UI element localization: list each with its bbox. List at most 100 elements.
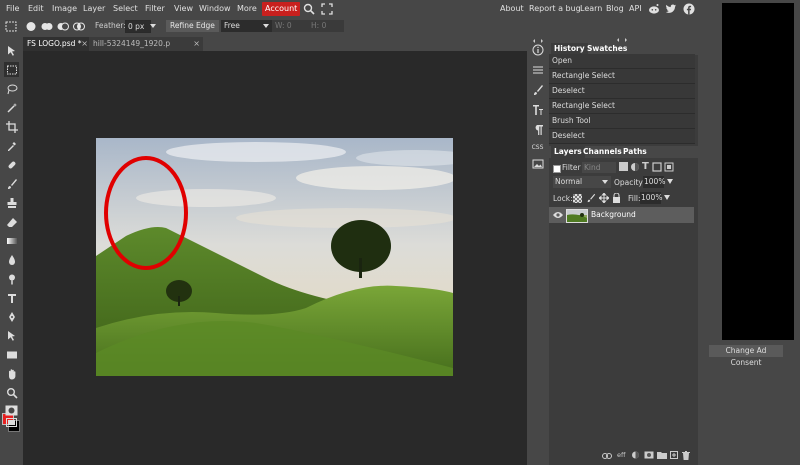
adjustment-layer-icon[interactable]: [631, 451, 640, 459]
crop-tool-icon[interactable]: [4, 119, 19, 134]
tab-hill-image[interactable]: hill-5324149_1920.p ×: [89, 37, 203, 51]
menu-edit[interactable]: Edit: [25, 2, 47, 16]
menu-file[interactable]: File: [3, 2, 22, 16]
menu-window[interactable]: Window: [196, 2, 234, 16]
link-about[interactable]: About: [500, 2, 524, 16]
kind-select[interactable]: Kind: [582, 162, 616, 173]
selection-subtract-icon[interactable]: [56, 20, 70, 33]
selection-intersect-icon[interactable]: [72, 20, 86, 33]
healing-brush-tool-icon[interactable]: [4, 157, 19, 172]
image-icon[interactable]: [530, 157, 545, 171]
effects-icon[interactable]: eff: [617, 451, 625, 459]
refine-edge-button[interactable]: Refine Edge: [166, 20, 219, 32]
lock-transparency-icon[interactable]: [573, 194, 582, 203]
info-icon[interactable]: [530, 43, 545, 57]
type-tool-icon[interactable]: [4, 290, 19, 305]
reddit-icon[interactable]: [648, 3, 660, 15]
layer-mask-icon[interactable]: [644, 451, 654, 459]
close-icon[interactable]: ×: [81, 37, 88, 51]
filter-pixel-icon[interactable]: [619, 162, 628, 171]
fullscreen-icon[interactable]: [320, 2, 334, 16]
move-tool-icon[interactable]: [4, 43, 19, 58]
tab-channels[interactable]: Channels: [580, 146, 625, 158]
tab-fs-logo[interactable]: FS LOGO.psd * ×: [23, 37, 91, 51]
link-api[interactable]: API: [629, 2, 642, 16]
filter-type-icon[interactable]: T: [642, 161, 652, 172]
selection-new-icon[interactable]: [24, 20, 38, 33]
dodge-tool-icon[interactable]: [4, 271, 19, 286]
screen-mode-icon[interactable]: [6, 418, 17, 427]
history-item[interactable]: Rectangle Select: [549, 99, 695, 114]
selection-add-icon[interactable]: [40, 20, 54, 33]
change-ad-consent-button[interactable]: Change Ad Consent: [709, 345, 783, 367]
lock-pixels-icon[interactable]: [586, 193, 596, 203]
link-layers-icon[interactable]: [602, 452, 612, 459]
opacity-label: Opacity:: [614, 178, 645, 187]
eye-icon[interactable]: [553, 211, 563, 219]
rectangle-shape-tool-icon[interactable]: [4, 347, 19, 362]
filter-shape-icon[interactable]: [652, 162, 662, 172]
paragraph-icon[interactable]: [530, 123, 545, 137]
delete-layer-icon[interactable]: [682, 451, 690, 460]
facebook-icon[interactable]: [683, 3, 695, 15]
style-select[interactable]: Free: [221, 20, 272, 32]
character-icon[interactable]: [530, 103, 545, 117]
hand-tool-icon[interactable]: [4, 366, 19, 381]
close-icon[interactable]: ×: [193, 37, 200, 51]
feather-dropdown-icon[interactable]: [149, 21, 157, 31]
link-report-bug[interactable]: Report a bug: [529, 2, 581, 16]
menu-account[interactable]: Account: [262, 2, 301, 16]
menu-layer[interactable]: Layer: [80, 2, 108, 16]
adjustments-icon[interactable]: [530, 63, 545, 77]
red-circle-annotation[interactable]: [102, 154, 190, 272]
opacity-input[interactable]: 100%: [643, 176, 665, 188]
menu-view[interactable]: View: [171, 2, 196, 16]
path-select-tool-icon[interactable]: [4, 328, 19, 343]
filter-checkbox[interactable]: [553, 165, 561, 173]
fill-input[interactable]: 100%: [640, 192, 662, 204]
feather-input[interactable]: 0 px: [125, 20, 151, 33]
filter-smart-object-icon[interactable]: [664, 162, 674, 172]
zoom-tool-icon[interactable]: [4, 385, 19, 400]
lasso-tool-icon[interactable]: [4, 81, 19, 96]
brush-settings-icon[interactable]: [530, 83, 545, 97]
link-learn[interactable]: Learn: [580, 2, 602, 16]
lock-all-icon[interactable]: [612, 192, 621, 203]
history-item[interactable]: Rectangle Select: [549, 69, 695, 84]
gradient-tool-icon[interactable]: [4, 233, 19, 248]
layer-row-background[interactable]: Background: [549, 207, 694, 223]
eyedropper-tool-icon[interactable]: [4, 138, 19, 153]
rectangle-select-icon[interactable]: [4, 20, 18, 33]
filter-adjustment-icon[interactable]: [630, 162, 640, 172]
menu-more[interactable]: More: [234, 2, 260, 16]
blur-tool-icon[interactable]: [4, 252, 19, 267]
new-layer-icon[interactable]: [670, 451, 678, 459]
opacity-dropdown-icon[interactable]: [666, 178, 674, 186]
history-item[interactable]: Deselect: [549, 129, 695, 144]
history-item[interactable]: Open: [549, 54, 695, 69]
quick-mask-icon[interactable]: [5, 405, 18, 416]
clone-stamp-tool-icon[interactable]: [4, 195, 19, 210]
menu-select[interactable]: Select: [110, 2, 141, 16]
menu-filter[interactable]: Filter: [142, 2, 168, 16]
history-item[interactable]: Brush Tool: [549, 114, 695, 129]
tab-paths[interactable]: Paths: [620, 146, 650, 158]
search-icon[interactable]: [302, 2, 316, 16]
history-item[interactable]: Deselect: [549, 84, 695, 99]
pen-tool-icon[interactable]: [4, 309, 19, 324]
menu-image[interactable]: Image: [49, 2, 80, 16]
new-folder-icon[interactable]: [657, 451, 667, 459]
magic-wand-tool-icon[interactable]: [4, 100, 19, 115]
height-input[interactable]: H: 0: [308, 20, 344, 32]
fill-dropdown-icon[interactable]: [663, 194, 671, 202]
blend-mode-select[interactable]: Normal: [553, 176, 611, 188]
lock-position-icon[interactable]: [598, 192, 610, 204]
link-blog[interactable]: Blog: [606, 2, 624, 16]
css-icon[interactable]: CSS: [530, 143, 545, 153]
twitter-icon[interactable]: [665, 3, 677, 15]
width-input[interactable]: W: 0: [272, 20, 308, 32]
canvas-area[interactable]: [23, 51, 527, 465]
marquee-tool-icon[interactable]: [4, 62, 19, 77]
brush-tool-icon[interactable]: [4, 176, 19, 191]
eraser-tool-icon[interactable]: [4, 214, 19, 229]
